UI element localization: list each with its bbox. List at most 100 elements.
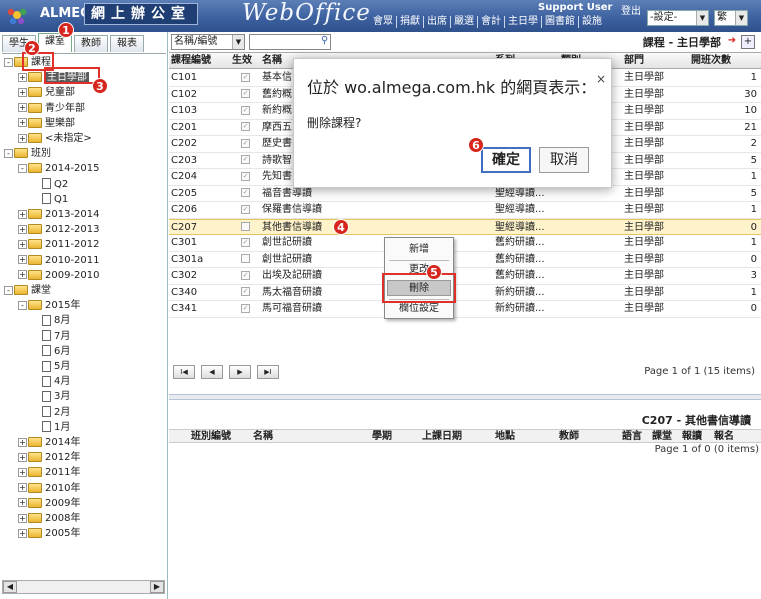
dcol-teacher[interactable]: 教師 <box>559 430 579 444</box>
tree-node[interactable]: 6月 <box>32 345 70 359</box>
col-active[interactable]: 生效 <box>232 53 260 69</box>
last-page-icon[interactable]: ▶I <box>257 365 279 379</box>
expand-icon[interactable]: + <box>18 72 27 82</box>
expand-icon[interactable]: + <box>18 498 27 508</box>
tree-node[interactable]: +2011-2012 <box>18 238 100 252</box>
filter-select[interactable]: 名稱/編號 ▼ <box>171 34 245 50</box>
table-row[interactable]: C340 ✓ 馬太福音研讀 新約研讀... 主日學部 1 <box>169 285 761 301</box>
expand-icon[interactable]: + <box>18 255 27 265</box>
table-row[interactable]: C341 ✓ 馬可福音研讀 新約研讀... 主日學部 0 <box>169 301 761 318</box>
dcol-location[interactable]: 地點 <box>495 430 515 444</box>
tree-node[interactable]: +2008年 <box>18 512 80 526</box>
ok-button[interactable]: 確定 <box>481 147 531 173</box>
tree-node[interactable]: +2013-2014 <box>18 208 100 222</box>
table-row[interactable]: C301 ✓ 創世記研讀 舊約研讀... 主日學部 1 <box>169 235 761 252</box>
tree-node[interactable]: 5月 <box>32 360 70 374</box>
tree-node[interactable]: 1月 <box>32 421 70 435</box>
top-nav-item[interactable]: 圖書館 <box>542 16 579 28</box>
search-input[interactable] <box>249 34 331 50</box>
expand-icon[interactable]: + <box>18 133 27 143</box>
add-icon[interactable]: + <box>741 35 755 49</box>
tree-node[interactable]: - 2015年 <box>18 299 80 313</box>
menu-item-column-settings[interactable]: 欄位設定 <box>387 301 451 317</box>
tree-node[interactable]: +2010年 <box>18 482 80 496</box>
tree-node[interactable]: 3月 <box>32 390 70 404</box>
collapse-icon[interactable]: - <box>18 300 27 310</box>
dcol-name[interactable]: 名稱 <box>253 430 273 444</box>
col-department[interactable]: 部門 <box>624 53 684 69</box>
tree-node[interactable]: +2014年 <box>18 436 80 450</box>
tree-node[interactable]: +2009年 <box>18 497 80 511</box>
settings-select[interactable]: -設定- ▼ <box>647 10 709 26</box>
collapse-icon[interactable]: - <box>18 163 27 173</box>
tree-node[interactable]: +2009-2010 <box>18 269 100 283</box>
dcol-class-no[interactable]: 班別編號 <box>191 430 231 444</box>
tree-node[interactable]: + 聖樂部 <box>18 117 75 131</box>
table-row[interactable]: C302 ✓ 出埃及記研讀 舊約研讀... 主日學部 3 <box>169 268 761 285</box>
tree-node[interactable]: 7月 <box>32 330 70 344</box>
collapse-icon[interactable]: - <box>4 285 13 295</box>
tree-node[interactable]: 2月 <box>32 406 70 420</box>
tab-teachers[interactable]: 教師 <box>74 35 108 52</box>
top-nav-item[interactable]: 會眾 <box>370 16 397 28</box>
tree-node[interactable]: +2012年 <box>18 451 80 465</box>
language-select[interactable]: 繁 ▼ <box>714 10 748 26</box>
top-nav-item[interactable]: 嚴選 <box>451 16 478 28</box>
export-icon[interactable]: ➜ <box>725 35 739 49</box>
dcol-term[interactable]: 學期 <box>372 430 392 444</box>
first-page-icon[interactable]: I◀ <box>173 365 195 379</box>
next-page-icon[interactable]: ▶ <box>229 365 251 379</box>
tree-node[interactable]: 8月 <box>32 314 70 328</box>
expand-icon[interactable]: + <box>18 209 27 219</box>
tree-node[interactable]: Q2 <box>32 178 68 192</box>
table-row[interactable]: C207 其他書信導讀 聖經導讀... 主日學部 0 <box>169 218 761 235</box>
tree-node[interactable]: + <未指定> <box>18 132 92 146</box>
expand-icon[interactable]: + <box>18 437 27 447</box>
expand-icon[interactable]: + <box>18 467 27 477</box>
tree-node[interactable]: - 課堂 <box>4 284 51 298</box>
logout-link[interactable]: 登出 <box>621 2 641 17</box>
tree-node[interactable]: Q1 <box>32 193 68 207</box>
dcol-registered[interactable]: 報名 <box>714 430 734 444</box>
col-class-count[interactable]: 開班次數 <box>691 53 759 69</box>
expand-icon[interactable]: + <box>18 483 27 493</box>
expand-icon[interactable]: + <box>18 103 27 113</box>
dcol-language[interactable]: 語言 <box>622 430 642 444</box>
tree-node[interactable]: +2011年 <box>18 466 80 480</box>
expand-icon[interactable]: + <box>18 528 27 538</box>
dcol-date[interactable]: 上課日期 <box>422 430 462 444</box>
tree-node[interactable]: +2010-2011 <box>18 254 100 268</box>
tree-node[interactable]: 4月 <box>32 375 70 389</box>
collapse-icon[interactable]: - <box>4 57 13 67</box>
expand-icon[interactable]: + <box>18 224 27 234</box>
tree-node[interactable]: + 青少年部 <box>18 102 85 116</box>
expand-icon[interactable]: + <box>18 239 27 249</box>
top-nav-item[interactable]: 主日學 <box>505 16 542 28</box>
expand-icon[interactable]: + <box>18 452 27 462</box>
top-nav-item[interactable]: 捐獻 <box>397 16 424 28</box>
top-nav-item[interactable]: 會計 <box>478 16 505 28</box>
table-row[interactable]: C301a 創世記研讀 舊約研讀... 主日學部 0 <box>169 252 761 268</box>
expand-icon[interactable]: + <box>18 270 27 280</box>
pane-splitter[interactable] <box>169 394 761 400</box>
collapse-icon[interactable]: - <box>4 148 13 158</box>
cancel-button[interactable]: 取消 <box>539 147 589 173</box>
tree-node[interactable]: - 班別 <box>4 147 51 161</box>
tree-node[interactable]: + 兒童部 <box>18 86 75 100</box>
expand-icon[interactable]: + <box>18 87 27 97</box>
prev-page-icon[interactable]: ◀ <box>201 365 223 379</box>
expand-icon[interactable]: + <box>18 513 27 523</box>
tree-node[interactable]: - 2014-2015 <box>18 162 100 176</box>
dcol-enrolled[interactable]: 報讀 <box>682 430 702 444</box>
menu-item-add[interactable]: 新增 <box>387 242 451 258</box>
dcol-lessons[interactable]: 課堂 <box>652 430 672 444</box>
close-icon[interactable]: × <box>596 72 606 86</box>
search-icon[interactable]: ⚲ <box>321 35 328 46</box>
expand-icon[interactable]: + <box>18 118 27 128</box>
tree-node[interactable]: +2005年 <box>18 527 80 541</box>
tab-reports[interactable]: 報表 <box>110 35 144 52</box>
scroll-left-icon[interactable]: ◀ <box>3 581 17 593</box>
horizontal-scrollbar[interactable]: ◀ ▶ <box>2 580 165 594</box>
col-code[interactable]: 課程編號 <box>171 53 231 69</box>
top-nav-item[interactable]: 設施 <box>579 16 605 28</box>
